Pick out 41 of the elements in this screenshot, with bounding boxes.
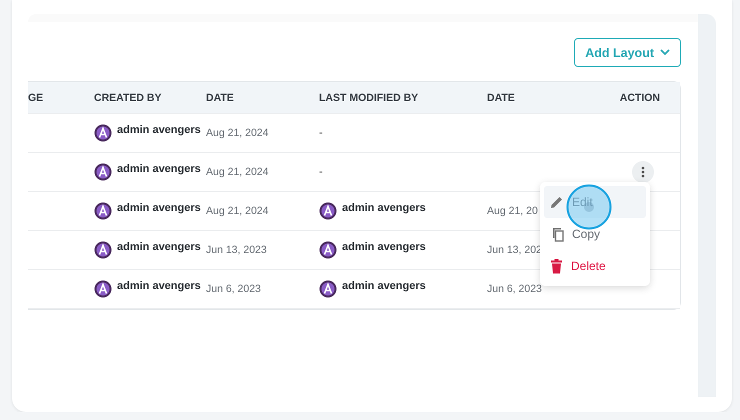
add-layout-button[interactable]: Add Layout (574, 38, 681, 67)
avatar-icon (94, 163, 112, 181)
user-name: admin avengers (117, 241, 201, 253)
column-header: GE (28, 92, 44, 104)
date-cell-text: Aug 21, 2024 (206, 166, 270, 178)
click-indicator (566, 184, 612, 230)
user-name: admin avengers (117, 124, 201, 136)
trash-icon (550, 258, 563, 274)
avatar-icon (94, 280, 112, 298)
avatar-icon (319, 241, 337, 259)
column-header: CREATED BY (94, 92, 162, 104)
kebab-icon (641, 166, 645, 178)
more-button[interactable] (632, 161, 654, 183)
date-cell-text: Aug 21, 2024 (206, 127, 270, 139)
user-name: admin avengers (342, 280, 426, 292)
pencil-icon (550, 195, 564, 209)
column-header: DATE (206, 92, 234, 104)
date-cell-text: Aug 21, 20 (487, 205, 539, 217)
empty-cell-text: - (319, 166, 324, 178)
date-cell-text: Aug 21, 2024 (206, 205, 270, 217)
user-name: admin avengers (342, 241, 426, 253)
avatar-icon (94, 124, 112, 142)
empty-cell-text: - (319, 127, 324, 139)
user-name: admin avengers (117, 280, 201, 292)
date-cell-text: Jun 13, 2023 (206, 244, 268, 256)
avatar-icon (94, 202, 112, 220)
date-cell-text: Jun 6, 2023 (206, 283, 262, 295)
user-name: admin avengers (117, 202, 201, 214)
user-name: admin avengers (117, 163, 201, 175)
menu-item[interactable]: Delete (544, 250, 646, 282)
user-name: admin avengers (342, 202, 426, 214)
avatar-icon (319, 280, 337, 298)
avatar-icon (319, 202, 337, 220)
avatar-icon (94, 241, 112, 259)
date-cell-text: Jun 6, 2023 (487, 283, 543, 295)
column-header: DATE (487, 92, 515, 104)
column-header: LAST MODIFIED BY (319, 92, 418, 104)
menu-item[interactable]: Copy (544, 218, 646, 250)
column-header: ACTION (620, 92, 661, 104)
chevron-down-icon (660, 49, 670, 56)
copy-icon (550, 226, 564, 242)
